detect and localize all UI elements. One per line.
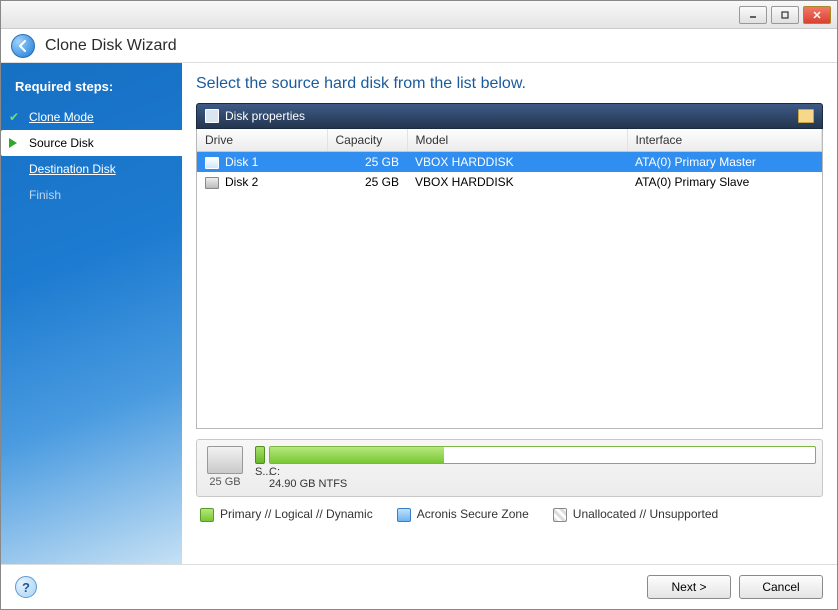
- legend-primary: Primary // Logical // Dynamic: [220, 507, 373, 521]
- cell-capacity: 25 GB: [365, 155, 399, 169]
- step-label: Finish: [29, 188, 61, 202]
- steps-sidebar: Required steps: Clone Mode Source Disk D…: [1, 63, 182, 564]
- back-button[interactable]: [11, 34, 35, 58]
- step-clone-mode[interactable]: Clone Mode: [1, 104, 182, 130]
- partition-label: C:: [269, 466, 347, 478]
- partition-detail: 24.90 GB NTFS: [269, 478, 347, 490]
- col-model[interactable]: Model: [407, 129, 627, 152]
- partition-fill: [270, 447, 444, 463]
- step-label: Clone Mode: [29, 110, 94, 124]
- legend-unalloc: Unallocated // Unsupported: [573, 507, 718, 521]
- cell-drive: Disk 1: [225, 155, 258, 169]
- legend-swatch-secure: [397, 508, 411, 522]
- properties-icon: [205, 109, 219, 123]
- col-interface[interactable]: Interface: [627, 129, 822, 152]
- primary-partition[interactable]: [269, 446, 816, 464]
- wizard-window: Clone Disk Wizard Required steps: Clone …: [0, 0, 838, 610]
- cell-capacity: 25 GB: [365, 175, 399, 189]
- main-panel: Select the source hard disk from the lis…: [182, 63, 837, 564]
- footer: ? Next > Cancel: [1, 564, 837, 609]
- close-button[interactable]: [803, 6, 831, 24]
- step-label: Destination Disk: [29, 162, 116, 176]
- cancel-button[interactable]: Cancel: [739, 575, 823, 599]
- disk-table-container: Drive Capacity Model Interface Disk 1 25…: [196, 129, 823, 429]
- columns-icon[interactable]: [798, 109, 814, 123]
- props-label: Disk properties: [225, 109, 305, 123]
- check-icon: [9, 110, 23, 124]
- step-source-disk[interactable]: Source Disk: [1, 130, 182, 156]
- sysres-label: S...: [255, 466, 265, 490]
- cell-drive: Disk 2: [225, 175, 258, 189]
- disk-row[interactable]: Disk 2 25 GB VBOX HARDDISK ATA(0) Primar…: [197, 172, 822, 192]
- disk-table: Drive Capacity Model Interface Disk 1 25…: [197, 129, 822, 192]
- page-heading: Select the source hard disk from the lis…: [196, 75, 823, 93]
- disk-icon: [205, 177, 219, 189]
- wizard-title: Clone Disk Wizard: [45, 37, 177, 55]
- legend-secure: Acronis Secure Zone: [417, 507, 529, 521]
- sidebar-heading: Required steps:: [1, 73, 182, 104]
- cell-interface: ATA(0) Primary Slave: [627, 172, 822, 192]
- maximize-button[interactable]: [771, 6, 799, 24]
- wizard-header: Clone Disk Wizard: [1, 29, 837, 63]
- next-button[interactable]: Next >: [647, 575, 731, 599]
- disk-properties-bar[interactable]: Disk properties: [196, 103, 823, 129]
- step-label: Source Disk: [29, 136, 94, 150]
- help-button[interactable]: ?: [15, 576, 37, 598]
- disk-map: 25 GB S... C: 24.90 GB NTFS: [196, 439, 823, 497]
- disk-total-icon: 25 GB: [203, 446, 247, 488]
- col-capacity[interactable]: Capacity: [327, 129, 407, 152]
- arrow-icon: [9, 136, 23, 150]
- legend: Primary // Logical // Dynamic Acronis Se…: [196, 497, 823, 526]
- minimize-button[interactable]: [739, 6, 767, 24]
- hdd-icon: [207, 446, 243, 474]
- blank-icon: [9, 188, 23, 202]
- legend-swatch-unalloc: [553, 508, 567, 522]
- disk-row[interactable]: Disk 1 25 GB VBOX HARDDISK ATA(0) Primar…: [197, 152, 822, 173]
- step-finish: Finish: [1, 182, 182, 208]
- cell-model: VBOX HARDDISK: [407, 152, 627, 173]
- disk-total-label: 25 GB: [203, 476, 247, 488]
- titlebar: [1, 1, 837, 29]
- system-reserved-partition[interactable]: [255, 446, 265, 464]
- disk-icon: [205, 157, 219, 169]
- step-destination-disk[interactable]: Destination Disk: [1, 156, 182, 182]
- col-drive[interactable]: Drive: [197, 129, 327, 152]
- legend-swatch-primary: [200, 508, 214, 522]
- cell-model: VBOX HARDDISK: [407, 172, 627, 192]
- blank-icon: [9, 162, 23, 176]
- cell-interface: ATA(0) Primary Master: [627, 152, 822, 173]
